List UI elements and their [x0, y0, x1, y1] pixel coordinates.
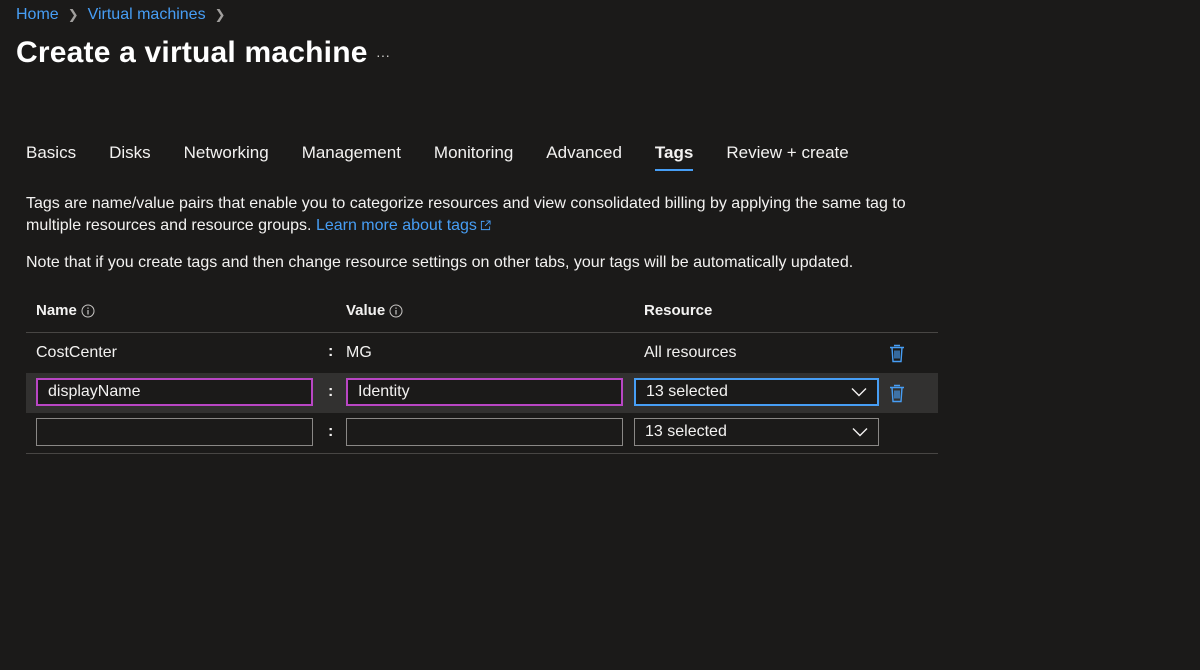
table-row: CostCenter : MG All resources [26, 333, 938, 373]
more-icon[interactable]: ··· [372, 44, 394, 66]
name-value-separator: : [328, 423, 334, 440]
chevron-right-icon: ❯ [214, 7, 226, 22]
resource-dropdown[interactable]: 13 selected [634, 378, 879, 406]
tag-name-input[interactable] [36, 418, 313, 446]
external-link-icon [480, 220, 491, 231]
tab-monitoring[interactable]: Monitoring [434, 143, 513, 171]
tab-basics[interactable]: Basics [26, 143, 76, 171]
tags-description: Tags are name/value pairs that enable yo… [26, 193, 926, 237]
table-row: displayName : Identity 13 selected [26, 373, 938, 413]
name-column-header: Name [36, 302, 95, 319]
table-row: : 13 selected [26, 413, 938, 454]
info-icon[interactable] [389, 304, 403, 318]
tags-table: Name Value Resource CostCenter : MG All … [26, 292, 938, 454]
tab-review-create[interactable]: Review + create [726, 143, 848, 171]
chevron-down-icon [852, 428, 868, 437]
breadcrumb: Home ❯ Virtual machines ❯ [16, 6, 234, 24]
breadcrumb-home-link[interactable]: Home [16, 6, 59, 24]
chevron-right-icon: ❯ [67, 7, 79, 22]
trash-icon[interactable] [888, 343, 906, 363]
tab-networking[interactable]: Networking [184, 143, 269, 171]
tab-advanced[interactable]: Advanced [546, 143, 622, 171]
tag-resource-text: All resources [644, 344, 737, 361]
tab-tags[interactable]: Tags [654, 143, 694, 171]
resource-dropdown-value: 13 selected [645, 423, 727, 440]
learn-more-link[interactable]: Learn more about tags [316, 217, 491, 234]
table-header: Name Value Resource [26, 292, 938, 333]
tab-management[interactable]: Management [302, 143, 401, 171]
chevron-down-icon [851, 388, 867, 397]
name-header-label: Name [36, 302, 77, 319]
resource-dropdown[interactable]: 13 selected [634, 418, 879, 446]
tags-note: Note that if you create tags and then ch… [26, 254, 854, 271]
tag-value-input[interactable]: Identity [346, 378, 623, 406]
trash-icon[interactable] [888, 383, 906, 403]
tag-name-input[interactable]: displayName [36, 378, 313, 406]
tab-disks[interactable]: Disks [109, 143, 151, 171]
breadcrumb-virtual-machines-link[interactable]: Virtual machines [88, 6, 206, 24]
tag-value-text: MG [346, 344, 372, 361]
resource-dropdown-value: 13 selected [646, 383, 728, 400]
info-icon[interactable] [81, 304, 95, 318]
resource-column-header: Resource [644, 302, 712, 319]
tag-name-text: CostCenter [36, 344, 117, 361]
name-value-separator: : [328, 343, 334, 360]
name-value-separator: : [328, 383, 334, 400]
learn-more-link-label: Learn more about tags [315, 217, 477, 234]
tab-bar: Basics Disks Networking Management Monit… [26, 143, 882, 171]
resource-header-label: Resource [644, 302, 713, 319]
value-header-label: Value [346, 302, 386, 319]
tag-value-input[interactable] [346, 418, 623, 446]
page-title: Create a virtual machine [16, 36, 368, 69]
value-column-header: Value [346, 302, 403, 319]
